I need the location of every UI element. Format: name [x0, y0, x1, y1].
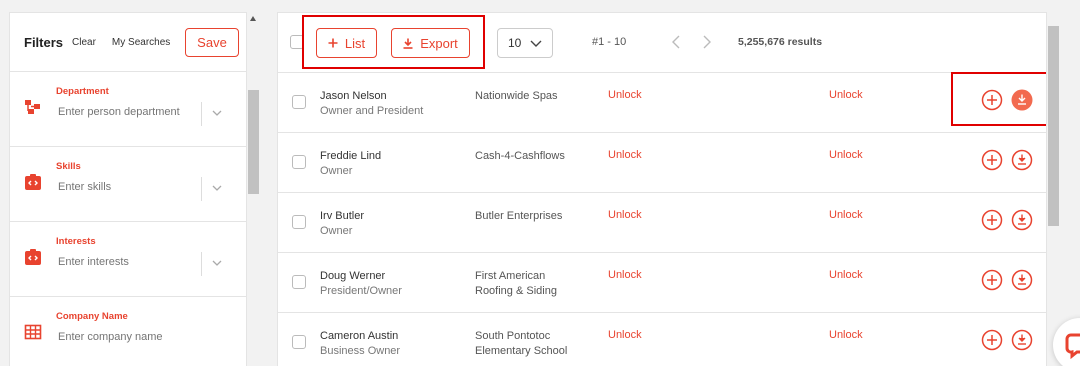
contact-title: President/Owner [320, 285, 402, 297]
filter-interests-label: Interests [56, 236, 96, 247]
chevron-down-icon[interactable] [211, 256, 223, 268]
filters-header: Filters Clear My Searches Save [10, 13, 246, 72]
unlock-email-link[interactable]: Unlock [608, 269, 642, 281]
filter-department-label: Department [56, 86, 109, 97]
unlock-email-link[interactable]: Unlock [608, 89, 642, 101]
filter-skills-label: Skills [56, 161, 81, 172]
unlock-phone-link[interactable]: Unlock [829, 209, 863, 221]
results-scrollbar[interactable] [1047, 12, 1060, 366]
contact-name[interactable]: Freddie Lind [320, 149, 381, 164]
contact-title: Owner [320, 225, 353, 237]
add-to-list-icon[interactable] [981, 149, 1003, 171]
download-contact-icon[interactable] [1011, 209, 1033, 231]
contact-company[interactable]: Nationwide Spas [475, 89, 585, 104]
contact-name[interactable]: Doug Werner [320, 269, 385, 284]
download-icon [403, 38, 413, 49]
filters-scrollbar[interactable] [247, 12, 260, 366]
result-row: Cameron Austin Business Owner South Pont… [278, 313, 1046, 366]
save-search-button[interactable]: Save [185, 28, 239, 57]
unlock-phone-link[interactable]: Unlock [829, 89, 863, 101]
row-checkbox[interactable] [292, 95, 306, 109]
results-toolbar: List Export 10 #1 - 10 5,255,676 results [278, 13, 1046, 73]
filter-department: Department [10, 72, 246, 147]
contact-company[interactable]: Butler Enterprises [475, 209, 585, 224]
divider [201, 102, 202, 126]
filter-skills: Skills [10, 147, 246, 222]
contact-name[interactable]: Jason Nelson [320, 89, 387, 104]
contact-title: Owner [320, 165, 353, 177]
unlock-email-link[interactable]: Unlock [608, 329, 642, 341]
add-to-list-button[interactable]: List [316, 28, 377, 58]
company-name-input[interactable] [58, 331, 198, 343]
unlock-email-link[interactable]: Unlock [608, 209, 642, 221]
department-input[interactable] [58, 106, 198, 118]
result-row: Jason Nelson Owner and President Nationw… [278, 72, 1046, 133]
select-all-checkbox[interactable] [290, 35, 304, 49]
row-checkbox[interactable] [292, 215, 306, 229]
result-row: Doug Werner President/Owner First Americ… [278, 253, 1046, 313]
clear-filters-link[interactable]: Clear [72, 37, 96, 48]
download-contact-icon[interactable] [1011, 329, 1033, 351]
per-page-select[interactable]: 10 [497, 28, 553, 58]
per-page-value: 10 [508, 36, 522, 50]
unlock-phone-link[interactable]: Unlock [829, 269, 863, 281]
add-to-list-icon[interactable] [981, 209, 1003, 231]
chat-bubble-icon [1065, 333, 1080, 360]
result-row: Irv Butler Owner Butler Enterprises Unlo… [278, 193, 1046, 253]
my-searches-link[interactable]: My Searches [112, 37, 170, 48]
download-contact-icon[interactable] [1011, 149, 1033, 171]
chevron-down-icon[interactable] [211, 106, 223, 118]
results-panel: List Export 10 #1 - 10 5,255,676 results… [277, 12, 1047, 366]
contact-company[interactable]: First American Roofing & Siding [475, 269, 585, 299]
export-button-label: Export [420, 35, 458, 51]
results-range: #1 - 10 [592, 36, 627, 48]
download-contact-icon[interactable] [1011, 269, 1033, 291]
interests-input[interactable] [58, 256, 198, 268]
filter-interests: Interests [10, 222, 246, 297]
unlock-phone-link[interactable]: Unlock [829, 149, 863, 161]
contact-name[interactable]: Cameron Austin [320, 329, 398, 344]
scrollbar-thumb[interactable] [1048, 26, 1059, 226]
previous-page-icon[interactable] [670, 34, 684, 50]
scroll-up-arrow-icon[interactable] [250, 16, 256, 21]
unlock-phone-link[interactable]: Unlock [829, 329, 863, 341]
skills-input[interactable] [58, 181, 198, 193]
list-button-label: List [344, 35, 366, 51]
contact-title: Owner and President [320, 105, 424, 117]
row-checkbox[interactable] [292, 335, 306, 349]
filter-company-name: Company Name [10, 297, 246, 366]
filters-panel: Filters Clear My Searches Save Departmen… [9, 12, 247, 366]
add-to-list-icon[interactable] [981, 329, 1003, 351]
add-to-list-icon[interactable] [981, 89, 1003, 111]
department-icon [24, 98, 42, 116]
result-row: Freddie Lind Owner Cash-4-Cashflows Unlo… [278, 133, 1046, 193]
plus-icon [328, 38, 338, 48]
chevron-down-icon[interactable] [211, 181, 223, 193]
scrollbar-thumb[interactable] [248, 90, 259, 194]
next-page-icon[interactable] [699, 34, 713, 50]
add-to-list-icon[interactable] [981, 269, 1003, 291]
filters-title: Filters [24, 34, 64, 50]
chevron-down-icon [530, 40, 542, 47]
row-checkbox[interactable] [292, 155, 306, 169]
total-results: 5,255,676 results [738, 36, 823, 48]
row-checkbox[interactable] [292, 275, 306, 289]
export-button[interactable]: Export [391, 28, 470, 58]
interests-badge-icon [24, 248, 42, 266]
contact-name[interactable]: Irv Butler [320, 209, 364, 224]
contact-company[interactable]: South Pontotoc Elementary School [475, 329, 585, 359]
divider [201, 177, 202, 201]
divider [201, 252, 202, 276]
download-contact-icon[interactable] [1011, 89, 1033, 111]
skills-badge-icon [24, 173, 42, 191]
contact-title: Business Owner [320, 345, 401, 357]
contact-company[interactable]: Cash-4-Cashflows [475, 149, 585, 164]
filter-company-name-label: Company Name [56, 311, 128, 322]
building-icon [24, 323, 42, 341]
unlock-email-link[interactable]: Unlock [608, 149, 642, 161]
